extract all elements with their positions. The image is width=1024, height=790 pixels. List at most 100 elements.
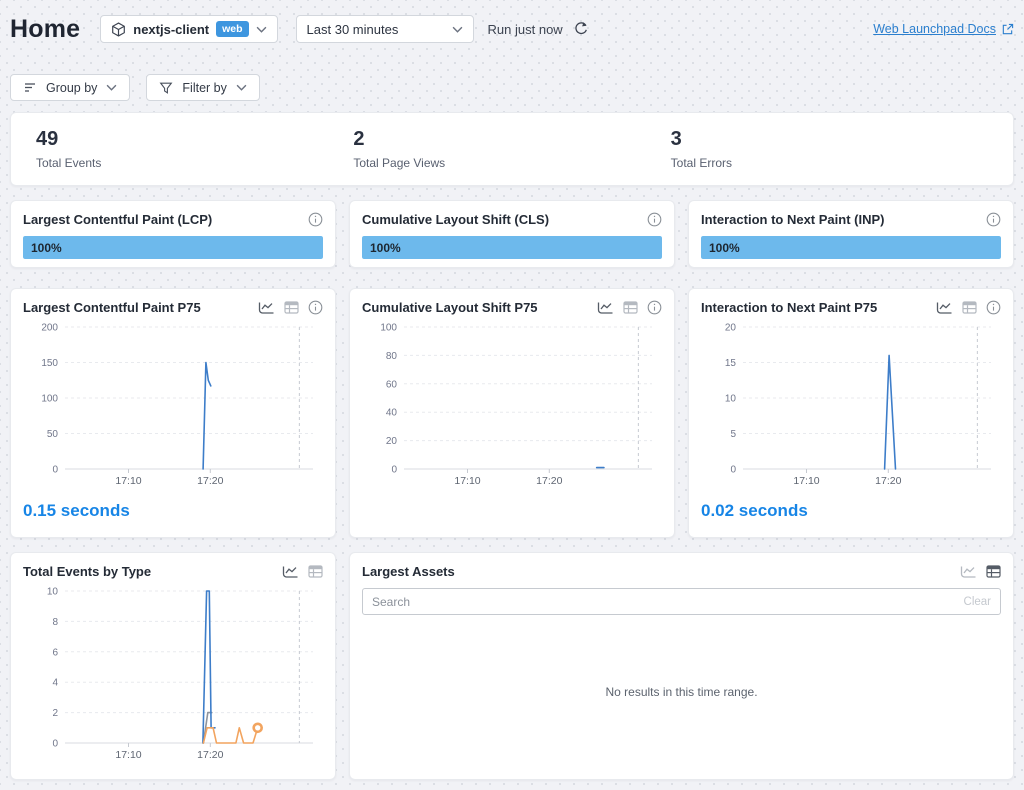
line-chart-view-icon[interactable] xyxy=(936,301,953,315)
stat-label: Total Page Views xyxy=(353,156,670,170)
chevron-down-icon xyxy=(106,84,117,91)
svg-text:2: 2 xyxy=(52,708,58,719)
svg-text:17:10: 17:10 xyxy=(115,475,141,487)
svg-text:17:10: 17:10 xyxy=(454,475,480,487)
svg-text:200: 200 xyxy=(41,323,58,334)
svg-text:20: 20 xyxy=(725,323,737,334)
svg-text:20: 20 xyxy=(386,436,398,447)
lcp-score-card: Largest Contentful Paint (LCP) 100% xyxy=(10,200,336,268)
vitals-score-row: Largest Contentful Paint (LCP) 100% Cumu… xyxy=(10,200,1014,268)
svg-text:0: 0 xyxy=(52,465,58,476)
header: Home nextjs-client web Last 30 minutes xyxy=(10,14,1014,44)
svg-text:8: 8 xyxy=(52,617,58,628)
svg-text:100: 100 xyxy=(380,323,397,334)
svg-text:50: 50 xyxy=(47,429,59,440)
stat-label: Total Errors xyxy=(671,156,988,170)
svg-text:17:10: 17:10 xyxy=(115,749,141,761)
svg-text:17:20: 17:20 xyxy=(197,475,223,487)
table-view-icon[interactable] xyxy=(623,301,638,314)
info-icon[interactable] xyxy=(308,212,323,227)
run-status: Run just now xyxy=(488,21,589,37)
svg-text:5: 5 xyxy=(730,429,736,440)
stat-total-errors: 3 Total Errors xyxy=(671,128,988,170)
inp-p75-value: 0.02 seconds xyxy=(701,501,1001,521)
bottom-row: Total Events by Type 024681017:1017:20 L… xyxy=(10,552,1014,780)
inp-p75-chart: 0510152017:1017:20 xyxy=(701,319,1001,491)
inp-p75-card: Interaction to Next Paint P75 0510152017… xyxy=(688,288,1014,538)
svg-text:17:20: 17:20 xyxy=(875,475,901,487)
table-view-icon[interactable] xyxy=(962,301,977,314)
line-chart-view-icon[interactable] xyxy=(282,565,299,579)
cls-p75-value xyxy=(362,501,662,521)
run-status-text: Run just now xyxy=(488,22,563,37)
table-view-icon[interactable] xyxy=(986,565,1001,578)
project-name: nextjs-client xyxy=(133,22,209,37)
line-chart-view-icon[interactable] xyxy=(597,301,614,315)
stats-summary-card: 49 Total Events 2 Total Page Views 3 Tot… xyxy=(10,112,1014,186)
external-link-icon xyxy=(1001,23,1014,36)
page-title: Home xyxy=(10,15,80,44)
group-by-icon xyxy=(23,81,37,94)
cls-p75-card: Cumulative Layout Shift P75 020406080100… xyxy=(349,288,675,538)
lcp-p75-chart: 05010015020017:1017:20 xyxy=(23,319,323,491)
info-icon[interactable] xyxy=(986,212,1001,227)
svg-text:0: 0 xyxy=(391,465,397,476)
svg-text:60: 60 xyxy=(386,379,398,390)
svg-text:40: 40 xyxy=(386,408,398,419)
launchpad-page: Home nextjs-client web Last 30 minutes xyxy=(0,0,1024,790)
cls-p75-chart: 02040608010017:1017:20 xyxy=(362,319,662,491)
info-icon[interactable] xyxy=(308,300,323,315)
events-by-type-card: Total Events by Type 024681017:1017:20 xyxy=(10,552,336,780)
card-title: Interaction to Next Paint (INP) xyxy=(701,212,986,227)
score-bar-label: 100% xyxy=(23,241,62,255)
card-title: Interaction to Next Paint P75 xyxy=(701,300,936,315)
docs-link-label: Web Launchpad Docs xyxy=(873,22,996,36)
cls-score-card: Cumulative Layout Shift (CLS) 100% xyxy=(349,200,675,268)
svg-text:6: 6 xyxy=(52,647,58,658)
card-title: Cumulative Layout Shift P75 xyxy=(362,300,597,315)
score-bar-label: 100% xyxy=(362,241,401,255)
card-title: Largest Assets xyxy=(362,564,960,579)
toolbar: Group by Filter by xyxy=(10,74,1014,101)
svg-text:10: 10 xyxy=(725,394,737,405)
svg-text:4: 4 xyxy=(52,678,58,689)
assets-search-box: Clear xyxy=(362,588,1001,615)
docs-link[interactable]: Web Launchpad Docs xyxy=(873,22,1014,36)
project-cube-icon xyxy=(111,22,126,37)
filter-by-label: Filter by xyxy=(182,81,226,95)
events-by-type-chart: 024681017:1017:20 xyxy=(23,583,323,765)
inp-score-card: Interaction to Next Paint (INP) 100% xyxy=(688,200,1014,268)
time-range-selector[interactable]: Last 30 minutes xyxy=(296,15,474,43)
stat-label: Total Events xyxy=(36,156,353,170)
group-by-label: Group by xyxy=(46,81,97,95)
info-icon[interactable] xyxy=(647,300,662,315)
info-icon[interactable] xyxy=(986,300,1001,315)
chevron-down-icon xyxy=(236,84,247,91)
score-bar: 100% xyxy=(362,236,662,259)
card-title: Total Events by Type xyxy=(23,564,282,579)
filter-icon xyxy=(159,81,173,95)
score-bar: 100% xyxy=(23,236,323,259)
table-view-icon[interactable] xyxy=(284,301,299,314)
stat-value: 3 xyxy=(671,128,988,151)
line-chart-view-icon[interactable] xyxy=(960,565,977,579)
lcp-p75-value: 0.15 seconds xyxy=(23,501,323,521)
clear-search-button[interactable]: Clear xyxy=(955,596,1000,608)
card-title: Largest Contentful Paint P75 xyxy=(23,300,258,315)
table-view-icon[interactable] xyxy=(308,565,323,578)
card-title: Largest Contentful Paint (LCP) xyxy=(23,212,308,227)
group-by-button[interactable]: Group by xyxy=(10,74,130,101)
filter-by-button[interactable]: Filter by xyxy=(146,74,259,101)
score-bar: 100% xyxy=(701,236,1001,259)
line-chart-view-icon[interactable] xyxy=(258,301,275,315)
chevron-down-icon xyxy=(256,26,267,33)
card-title: Cumulative Layout Shift (CLS) xyxy=(362,212,647,227)
svg-text:0: 0 xyxy=(52,739,58,750)
svg-text:17:10: 17:10 xyxy=(793,475,819,487)
refresh-icon[interactable] xyxy=(573,21,589,37)
search-input[interactable] xyxy=(363,595,955,609)
project-selector[interactable]: nextjs-client web xyxy=(100,15,277,43)
info-icon[interactable] xyxy=(647,212,662,227)
empty-state-text: No results in this time range. xyxy=(362,615,1001,769)
svg-text:10: 10 xyxy=(47,587,59,598)
